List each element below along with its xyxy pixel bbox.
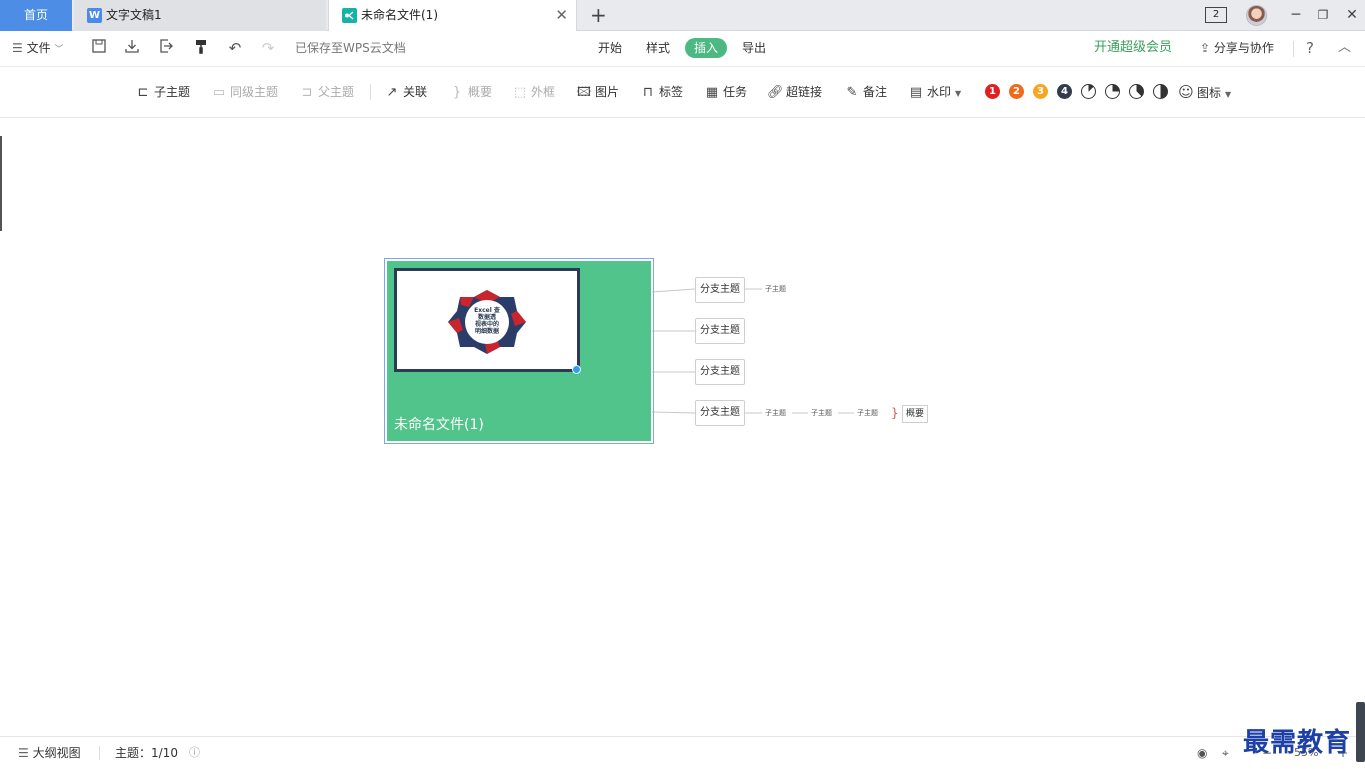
watermark-logo: 最需教育: [1243, 728, 1352, 758]
sub-topic[interactable]: 子主题: [857, 408, 878, 418]
image-text-line: 视表中的: [474, 321, 499, 328]
summary-topic[interactable]: 概要: [902, 405, 928, 423]
topic-count: 主题：1/10: [115, 746, 178, 760]
branch-topic[interactable]: 分支主题: [695, 318, 745, 344]
connector-lines: [651, 288, 854, 414]
sub-topic[interactable]: 子主题: [765, 284, 786, 294]
branch-topic[interactable]: 分支主题: [695, 400, 745, 426]
root-image-text: Excel 查 数据透 视表中的 明细数据: [397, 307, 577, 335]
branch-topic[interactable]: 分支主题: [695, 359, 745, 385]
sub-topic[interactable]: 子主题: [765, 408, 786, 418]
list-icon: ☰: [18, 746, 29, 760]
image-text-line: Excel 查: [474, 307, 500, 314]
divider: [99, 746, 100, 760]
image-text-line: 明细数据: [474, 328, 499, 335]
eye-hide-icon[interactable]: ◉: [1197, 737, 1207, 769]
branch-topic[interactable]: 分支主题: [695, 277, 745, 303]
status-bar: ☰ 大纲视图 主题：1/10 ⓘ ◉ ⌖ − 55% +: [0, 736, 1365, 768]
outline-view-label: 大纲视图: [32, 746, 81, 760]
outline-view-button[interactable]: ☰ 大纲视图: [18, 737, 81, 769]
root-topic-title[interactable]: 未命名文件(1): [394, 414, 484, 434]
scrollbar-grip[interactable]: [1356, 702, 1365, 762]
sub-topic[interactable]: 子主题: [811, 408, 832, 418]
summary-brace-icon: }: [891, 406, 899, 420]
root-topic-image[interactable]: Excel 查 数据透 视表中的 明细数据: [394, 268, 580, 372]
info-icon[interactable]: ⓘ: [189, 737, 200, 769]
image-resize-handle[interactable]: [572, 365, 581, 374]
image-text-line: 数据透: [477, 314, 496, 321]
locate-icon[interactable]: ⌖: [1222, 737, 1229, 769]
